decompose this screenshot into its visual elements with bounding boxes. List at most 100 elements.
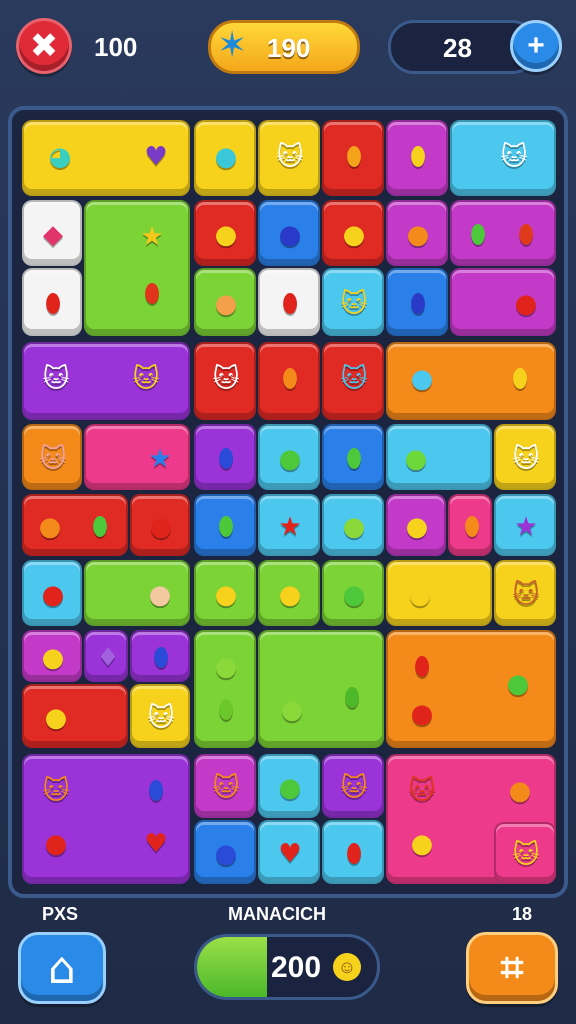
tile-piece-icon: ● (214, 652, 238, 682)
tile[interactable]: 🐱 (494, 560, 556, 626)
coin-pill: ✶ 190 (208, 20, 360, 74)
tile[interactable]: ★ (494, 494, 556, 556)
tile[interactable]: ★ (84, 424, 190, 490)
tile-piece-icon: 🐱 (276, 142, 304, 172)
tile[interactable]: ⬮ ⬮ (450, 200, 556, 266)
tile-piece-icon: ★ (148, 444, 172, 474)
tile[interactable]: ★ (258, 494, 320, 556)
tile[interactable]: ● (22, 630, 82, 682)
tile-piece-icon: ● (44, 829, 68, 859)
score-value: 100 (94, 32, 138, 62)
home-button[interactable]: ⌂ (18, 932, 106, 1004)
tile[interactable]: 🐱 (322, 342, 384, 420)
close-button[interactable]: ✖ (16, 18, 72, 74)
tile[interactable]: ● (386, 200, 448, 266)
tile-piece-icon: ● (506, 669, 530, 699)
tile-piece-icon: 🐱 (42, 776, 70, 806)
tile[interactable]: 🐱 (322, 754, 384, 818)
tile[interactable]: ● (386, 424, 492, 490)
tile-piece-icon: ● (148, 580, 172, 610)
menu-button[interactable]: ⌗ (466, 932, 558, 1004)
tile[interactable]: ⬮ (386, 268, 448, 336)
tile-piece-icon: ● (408, 580, 432, 610)
tile-piece-icon: ⬮ (44, 289, 62, 319)
tile-piece-icon: ⬮ (343, 683, 361, 713)
home-icon: ⌂ (48, 942, 76, 994)
tile[interactable]: ● (322, 560, 384, 626)
tile[interactable]: ♥ (258, 820, 320, 884)
tile[interactable]: ⬮ (130, 630, 190, 682)
tile-piece-icon: 🐱 (147, 703, 175, 733)
tile[interactable]: ● (322, 200, 384, 266)
tile-piece-icon: ⬮ (281, 289, 299, 319)
tile[interactable]: ● (194, 820, 256, 884)
tile[interactable]: ● (258, 200, 320, 266)
tile[interactable]: 🐱 (22, 424, 82, 490)
tile[interactable]: ● (130, 494, 190, 556)
tile[interactable]: ● (258, 424, 320, 490)
add-moves-button[interactable]: + (510, 20, 562, 72)
tile[interactable]: ◕ ♥ (22, 120, 190, 196)
tile[interactable]: ⬮ (194, 424, 256, 490)
tile-piece-icon: ● (508, 776, 532, 806)
tile[interactable]: ● (258, 560, 320, 626)
tile-piece-icon: ⬮ (217, 695, 235, 725)
tile[interactable]: ★ ⬮ (84, 200, 190, 336)
tile[interactable]: 🐱 (194, 754, 256, 818)
tile[interactable]: 🐱 (494, 424, 556, 490)
tile-piece-icon: ⬮ (217, 444, 235, 474)
left-label: PXS (42, 904, 79, 924)
tile-piece-icon: ⬮ (409, 289, 427, 319)
tile[interactable]: ● (194, 268, 256, 336)
tile-piece-icon: ⬮ (469, 220, 487, 250)
tile[interactable]: ● (194, 200, 256, 266)
tile-piece-icon: ★ (140, 222, 164, 252)
tile[interactable]: 🐱 (130, 684, 190, 748)
tile[interactable]: ⬮ (386, 120, 448, 196)
tile[interactable]: ● (84, 560, 190, 626)
tile-piece-icon: ◕ (48, 142, 72, 172)
tile[interactable]: ● (450, 268, 556, 336)
tile[interactable]: ⬮ (322, 820, 384, 884)
tile[interactable]: ⬮ ● ● (386, 630, 556, 748)
tile[interactable]: ● ⬮ (22, 494, 128, 556)
tile[interactable]: ● (194, 560, 256, 626)
tile[interactable]: ⬮ (194, 494, 256, 556)
tile[interactable]: ⬮ (22, 268, 82, 336)
tile[interactable]: ● ⬮ (194, 630, 256, 748)
tile[interactable]: 🐱 ⬮ ● ♥ (22, 754, 190, 884)
tile[interactable]: 🐱 (194, 342, 256, 420)
grid-icon: ⌗ (500, 945, 524, 991)
tile[interactable]: ● (386, 560, 492, 626)
tile[interactable]: ⬮ (258, 268, 320, 336)
tile[interactable]: ● ⬮ (386, 342, 556, 420)
tile[interactable]: ● (258, 754, 320, 818)
tile[interactable]: 🐱 (322, 268, 384, 336)
tile[interactable]: ● (194, 120, 256, 196)
tile-piece-icon: ● (149, 512, 173, 542)
tile[interactable]: ⬮ (258, 342, 320, 420)
tile[interactable]: 🐱 (258, 120, 320, 196)
tile[interactable]: ◆ (22, 200, 82, 266)
tile[interactable]: 🐱 (450, 120, 556, 196)
center-label: MANACICH (228, 904, 326, 924)
tile[interactable]: ♦ (84, 630, 128, 682)
tile-piece-icon: ♥ (144, 829, 168, 859)
tile-piece-icon: ● (342, 580, 366, 610)
tile[interactable]: ● (22, 684, 128, 748)
tile[interactable]: ⬮ (322, 120, 384, 196)
tile-piece-icon: ● (214, 580, 238, 610)
tile[interactable]: ⬮ (322, 424, 384, 490)
tile[interactable]: ⬮ (448, 494, 492, 556)
tile-piece-icon: ★ (278, 512, 302, 542)
tile-piece-icon: ● (410, 829, 434, 859)
tile[interactable]: ● (22, 560, 82, 626)
tile[interactable]: ● (386, 494, 446, 556)
tile[interactable]: 🐱 (494, 822, 556, 884)
tile[interactable]: ● (322, 494, 384, 556)
tile[interactable]: ● ⬮ (258, 630, 384, 748)
tile-piece-icon: ● (214, 289, 238, 319)
tile-piece-icon: ⬮ (463, 512, 481, 542)
tile[interactable]: 🐱 🐱 (22, 342, 190, 420)
tile-piece-icon: 🐱 (512, 840, 540, 870)
